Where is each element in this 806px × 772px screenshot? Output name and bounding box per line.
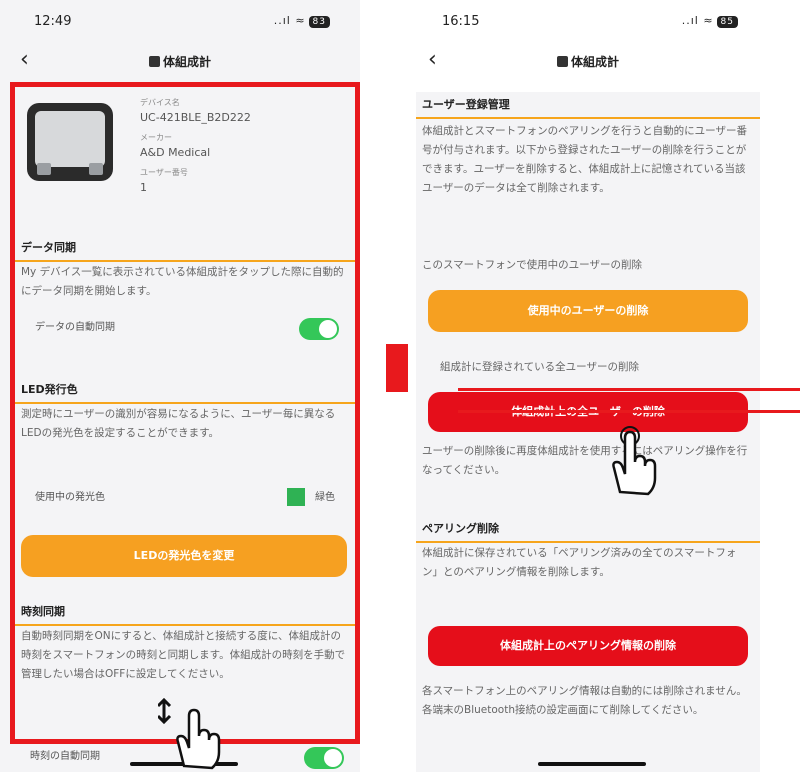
status-time: 12:49 (34, 14, 72, 29)
page-title-text: 体組成計 (570, 55, 619, 69)
device-electrode-left (37, 163, 51, 175)
battery-icon: 83 (308, 16, 330, 28)
status-bar: 12:49 ..ıl ≈83 (0, 10, 360, 34)
settings-panel: ユーザー登録管理 体組成計とスマートフォンのペアリングを行うと自動的にユーザー番… (416, 92, 760, 772)
maker: A&D Medical (140, 146, 211, 159)
signal-wifi-battery: ..ıl ≈85 (682, 14, 738, 28)
led-current-row: 使用中の発光色 緑色 (25, 485, 339, 511)
maker-label: メーカー (140, 133, 172, 142)
status-bar: 16:15 ..ıl ≈85 (408, 10, 768, 34)
battery-icon: 85 (716, 16, 738, 28)
device-info: デバイス名 UC-421BLE_B2D222 メーカー A&D Medical … (140, 97, 251, 202)
led-color-swatch (287, 488, 305, 506)
section-data-sync: データ同期 (15, 235, 355, 262)
signal-wifi-battery: ..ıl ≈83 (274, 14, 330, 28)
user-number: 1 (140, 181, 147, 194)
user-management-description: 体組成計とスマートフォンのペアリングを行うと自動的にユーザー番号が付与されます。… (422, 125, 747, 194)
auto-sync-label: データの自動同期 (35, 322, 115, 333)
page-title: 体組成計 (0, 53, 360, 70)
nav-bar: ‹ 体組成計 (0, 48, 360, 76)
page-title: 体組成計 (408, 53, 768, 70)
delete-current-user-button[interactable]: 使用中のユーザーの削除 (428, 290, 748, 332)
home-indicator (538, 762, 646, 766)
nav-bar: ‹ 体組成計 (408, 48, 768, 76)
section-led-color: LED発行色 (15, 377, 355, 404)
led-description: 測定時にユーザーの識別が容易になるように、ユーザー毎に異なるLEDの発光色を設定… (21, 408, 336, 439)
highlight-line-top (458, 388, 800, 391)
status-time: 16:15 (442, 14, 480, 29)
device-image (27, 103, 113, 181)
data-sync-description: My デバイス一覧に表示されている体組成計をタップした際に自動的にデータ同期を開… (21, 266, 344, 297)
section-pairing-delete: ペアリング削除 (416, 516, 760, 543)
tap-hand-icon (612, 426, 657, 496)
right-screen: 16:15 ..ıl ≈85 ‹ 体組成計 ユーザー登録管理 体組成計とスマート… (408, 0, 768, 772)
after-delete-note: ユーザーの削除後に再度体組成計を使用するにはペアリング操作を行なってください。 (422, 445, 748, 476)
section-time-sync: 時刻同期 (15, 599, 355, 626)
scale-icon (148, 56, 160, 67)
auto-sync-row: データの自動同期 (25, 315, 339, 341)
led-current-label: 使用中の発光色 (35, 492, 105, 503)
auto-time-label: 時刻の自動同期 (30, 751, 100, 762)
section-user-management: ユーザー登録管理 (416, 92, 760, 119)
device-plate (35, 111, 105, 167)
device-name: UC-421BLE_B2D222 (140, 111, 251, 124)
pairing-note: 各スマートフォン上のペアリング情報は自動的には削除されません。各端末のBluet… (422, 685, 747, 716)
signal-icon: ..ıl ≈ (273, 14, 306, 27)
led-current-value: 緑色 (287, 485, 335, 511)
auto-sync-toggle[interactable] (299, 318, 339, 340)
change-led-button[interactable]: LEDの発光色を変更 (21, 535, 347, 577)
led-color-name: 緑色 (315, 492, 335, 503)
device-electrode-right (89, 163, 103, 175)
delete-pairing-button[interactable]: 体組成計上のペアリング情報の削除 (428, 626, 748, 666)
time-sync-description: 自動時刻同期をONにすると、体組成計と接続する度に、体組成計の時刻をスマートフォ… (21, 630, 346, 680)
device-name-label: デバイス名 (140, 98, 180, 107)
highlight-frame: デバイス名 UC-421BLE_B2D222 メーカー A&D Medical … (10, 82, 360, 744)
signal-icon: ..ıl ≈ (681, 14, 714, 27)
auto-time-toggle[interactable] (304, 747, 344, 769)
highlight-line-bottom (458, 410, 800, 413)
delete-current-label: このスマートフォンで使用中のユーザーの削除 (422, 259, 642, 271)
scroll-hand-icon (158, 697, 221, 770)
delete-all-label: 組成計に登録されている全ユーザーの削除 (440, 361, 639, 373)
scale-icon (556, 56, 568, 67)
left-screen: 12:49 ..ıl ≈83 ‹ 体組成計 デバイス名 UC-421BLE_B2… (0, 0, 360, 772)
page-title-text: 体組成計 (162, 55, 211, 69)
pairing-delete-description: 体組成計に保存されている「ペアリング済みの全てのスマートフォン」とのペアリング情… (422, 547, 737, 578)
user-number-label: ユーザー番号 (140, 168, 188, 177)
